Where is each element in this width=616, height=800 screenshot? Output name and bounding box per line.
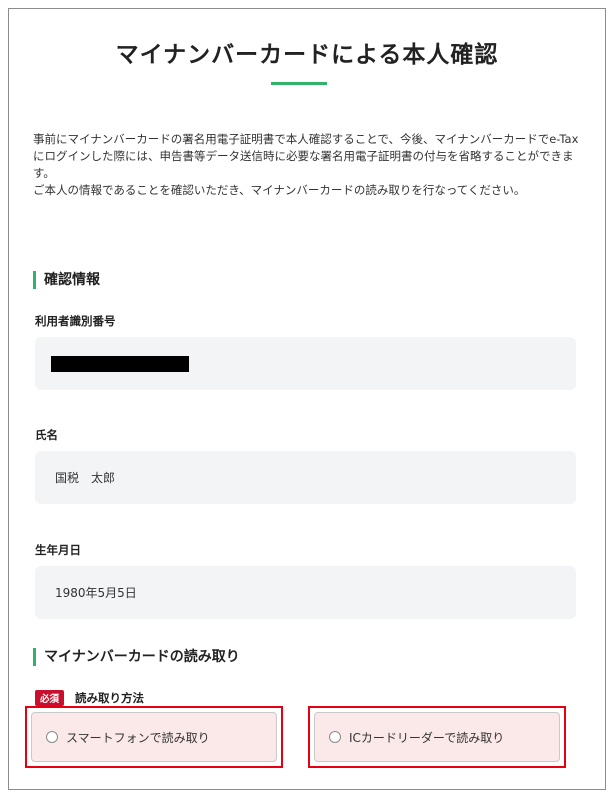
option-label: スマートフォンで読み取り: [66, 730, 210, 745]
intro-paragraph: ご本人の情報であることを確認いただき、マイナンバーカードの読み取りを行なってくだ…: [33, 183, 526, 197]
birthdate-label: 生年月日: [35, 543, 81, 557]
option-label: ICカードリーダーで読み取り: [349, 730, 505, 745]
required-badge: 必須: [35, 690, 65, 706]
name-value: 国税 太郎: [55, 471, 116, 485]
page-frame: マイナンバーカードによる本人確認 事前にマイナンバーカードの署名用電子証明書で本…: [8, 8, 606, 790]
name-field: 国税 太郎: [35, 451, 576, 504]
redacted-user-id: [51, 355, 189, 372]
user-id-label: 利用者識別番号: [35, 314, 116, 328]
title-underline: [271, 82, 327, 85]
birthdate-value: 1980年5月5日: [55, 586, 137, 600]
section-heading-confirmation: 確認情報: [33, 271, 100, 289]
radio-icon[interactable]: [329, 731, 341, 743]
highlight-frame-smartphone: スマートフォンで読み取り: [25, 706, 283, 768]
reading-method-label: 読み取り方法: [75, 691, 145, 705]
radio-icon[interactable]: [46, 731, 58, 743]
page-title: マイナンバーカードによる本人確認: [115, 42, 499, 68]
birthdate-field: 1980年5月5日: [35, 566, 576, 619]
reading-method-row: 必須 読み取り方法: [35, 690, 144, 706]
option-ic-card-reader[interactable]: ICカードリーダーで読み取り: [314, 712, 560, 762]
intro-text: 事前にマイナンバーカードの署名用電子証明書で本人確認することで、今後、マイナンバ…: [33, 131, 583, 199]
name-label: 氏名: [35, 428, 58, 442]
intro-paragraph: 事前にマイナンバーカードの署名用電子証明書で本人確認することで、今後、マイナンバ…: [33, 132, 579, 180]
option-smartphone[interactable]: スマートフォンで読み取り: [31, 712, 277, 762]
user-id-field: [35, 337, 576, 390]
section-heading-card-reading: マイナンバーカードの読み取り: [33, 648, 240, 666]
highlight-frame-ic-reader: ICカードリーダーで読み取り: [308, 706, 566, 768]
